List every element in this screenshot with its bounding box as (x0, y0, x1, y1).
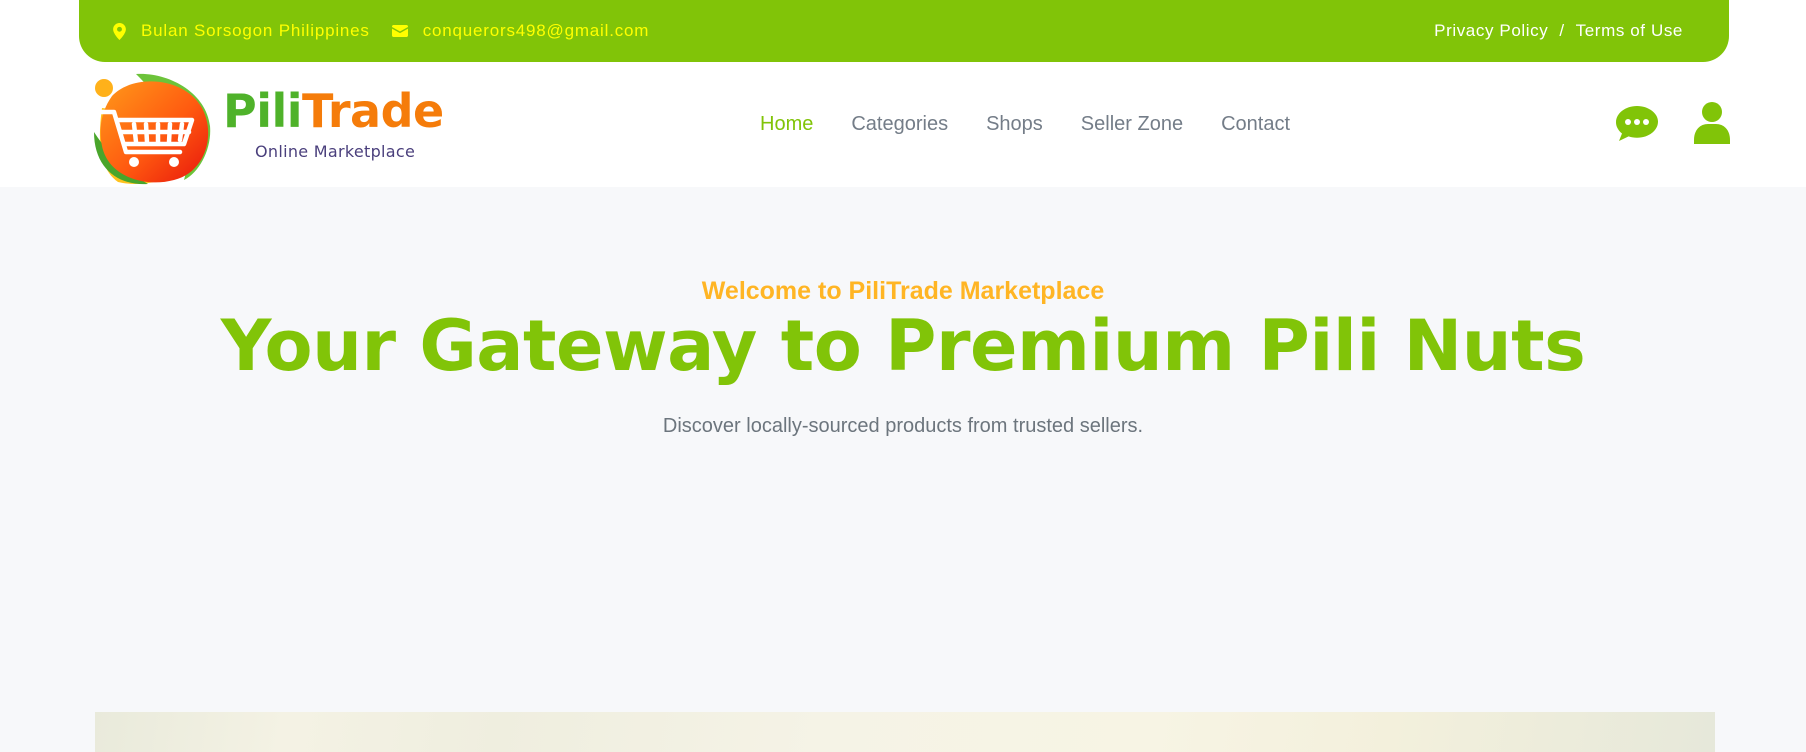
brand-name-part2: Trade (302, 84, 444, 138)
email-item[interactable]: conquerors498@gmail.com (391, 21, 650, 41)
hero-subtitle: Discover locally-sourced products from t… (662, 415, 1144, 437)
location-item: Bulan Sorsogon Philippines (113, 21, 370, 41)
brand-logo[interactable]: PiliTrade Online Marketplace (88, 68, 468, 188)
brand-tagline: Online Marketplace (255, 142, 416, 161)
legal-separator: / (1559, 21, 1565, 40)
hero-section: Welcome to PiliTrade Marketplace Your Ga… (0, 187, 1806, 752)
top-bar: Bulan Sorsogon Philippines conquerors498… (79, 0, 1729, 62)
nav-item-seller-zone[interactable]: Seller Zone (1081, 113, 1183, 136)
envelope-icon (391, 25, 408, 37)
nav-item-categories[interactable]: Categories (851, 113, 948, 136)
shopping-cart-logo-icon (94, 73, 211, 185)
hero-banner-image (95, 712, 1715, 752)
nav-item-contact[interactable]: Contact (1221, 113, 1290, 136)
nav-item-shops[interactable]: Shops (986, 113, 1043, 136)
legal-links: Privacy Policy / Terms of Use (1434, 0, 1683, 62)
nav-item-home[interactable]: Home (760, 113, 813, 136)
contact-info: Bulan Sorsogon Philippines conquerors498… (113, 0, 671, 62)
brand-name-part1: Pili (223, 84, 303, 138)
main-navbar: PiliTrade Online Marketplace Home Catego… (0, 62, 1806, 187)
terms-of-use-link[interactable]: Terms of Use (1576, 21, 1683, 41)
privacy-policy-link[interactable]: Privacy Policy (1434, 21, 1548, 41)
map-marker-icon (113, 22, 126, 40)
brand-name: PiliTrade (223, 88, 444, 134)
user-icon[interactable] (1694, 102, 1730, 144)
location-text: Bulan Sorsogon Philippines (141, 21, 370, 40)
main-menu: Home Categories Shops Seller Zone Contac… (760, 62, 1328, 187)
hero-eyebrow: Welcome to PiliTrade Marketplace (701, 277, 1105, 305)
chat-icon[interactable] (1616, 104, 1658, 142)
email-text[interactable]: conquerors498@gmail.com (423, 21, 650, 41)
nav-actions (1616, 102, 1730, 144)
hero-title: Your Gateway to Premium Pili Nuts (220, 305, 1586, 387)
